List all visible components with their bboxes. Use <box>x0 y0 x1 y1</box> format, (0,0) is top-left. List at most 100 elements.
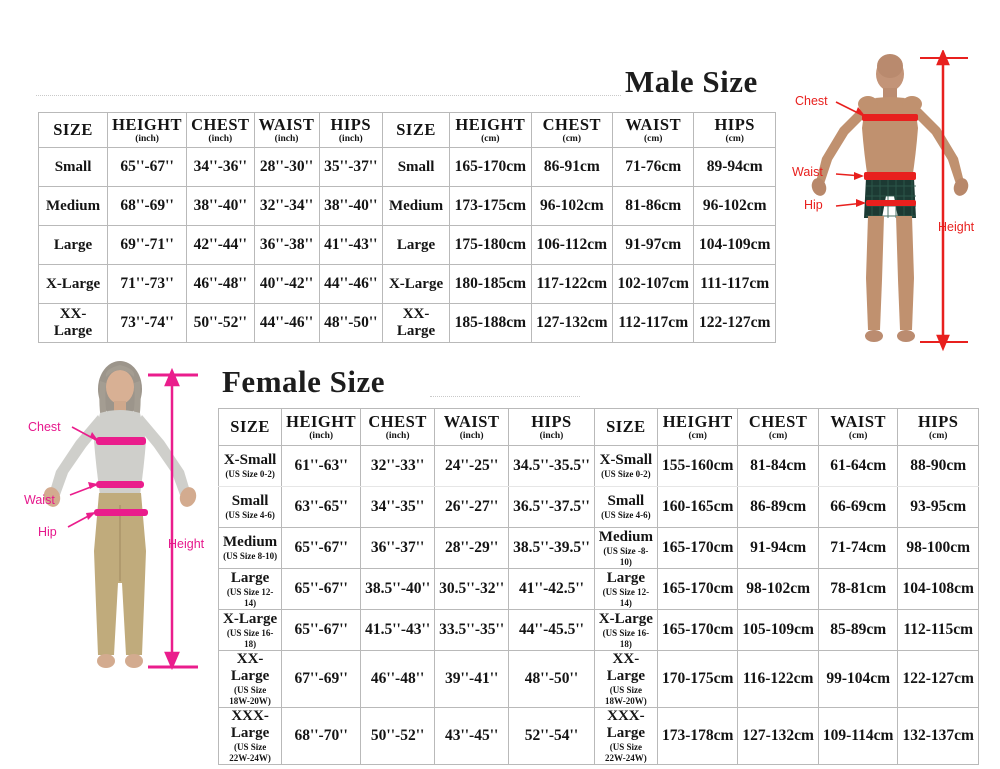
female-cell-height-inch: 63''-65'' <box>281 486 362 528</box>
male-cell-waist-cm: 102-107cm <box>612 264 695 304</box>
female-cell-hips-cm: 112-115cm <box>897 609 979 651</box>
female-cell-waist-cm: 61-64cm <box>817 445 899 487</box>
female-row-size-cm: X-Large (US Size 16-18) <box>593 609 658 651</box>
male-body-figure: Chest Waist Hip Height <box>792 48 1000 370</box>
female-cell-waist-inch: 39''-41'' <box>434 650 510 708</box>
male-cell-chest-inch: 34''-36'' <box>186 147 255 187</box>
female-cell-waist-inch: 28''-29'' <box>434 527 510 569</box>
male-row-size-cm: Small <box>381 147 451 187</box>
male-cell-hips-inch: 38''-40'' <box>318 186 383 226</box>
female-row-size: X-Small (US Size 0-2) <box>217 445 283 487</box>
female-cell-chest-inch: 34''-35'' <box>360 486 436 528</box>
female-cell-height-inch: 68''-70'' <box>281 707 362 765</box>
male-col-waist-cm: WAIST (cm) <box>612 112 695 148</box>
male-cell-waist-inch: 32''-34'' <box>253 186 320 226</box>
female-cell-hips-cm: 132-137cm <box>897 707 979 765</box>
male-cell-waist-inch: 40''-42'' <box>253 264 320 304</box>
male-table-header-row: SIZE HEIGHT (inch) CHEST (inch) WAIST (i… <box>37 112 776 148</box>
male-size-title: Male Size <box>625 64 758 99</box>
female-cell-height-cm: 170-175cm <box>656 650 739 708</box>
male-cell-waist-inch: 28''-30'' <box>253 147 320 187</box>
table-row: Large 69''-71'' 42''-44'' 36''-38'' 41''… <box>37 225 776 265</box>
female-cell-height-cm: 160-165cm <box>656 486 739 528</box>
male-cell-hips-inch: 41''-43'' <box>318 225 383 265</box>
female-body-figure: Chest Waist Hip Height <box>20 355 220 725</box>
male-height-arrow <box>920 48 968 352</box>
female-row-size-cm: Medium (US Size -8-10) <box>593 527 658 569</box>
male-col-hips-inch: HIPS (inch) <box>318 112 383 148</box>
male-cell-hips-cm: 122-127cm <box>693 303 776 343</box>
male-cell-waist-cm: 112-117cm <box>612 303 695 343</box>
female-row-size-cm: Large (US Size 12-14) <box>593 568 658 610</box>
male-cell-height-cm: 175-180cm <box>449 225 532 265</box>
female-col-chest-inch: CHEST (inch) <box>360 408 436 446</box>
male-body-illustration <box>811 48 969 352</box>
female-cell-waist-inch: 33.5''-35'' <box>434 609 510 651</box>
female-cell-waist-cm: 66-69cm <box>817 486 899 528</box>
table-row: XX-Large 73''-74'' 50''-52'' 44''-46'' 4… <box>37 303 776 343</box>
female-size-table: SIZE HEIGHT (inch) CHEST (inch) WAIST (i… <box>217 408 979 765</box>
male-col-size-inch: SIZE <box>37 112 109 148</box>
female-cell-hips-inch: 34.5''-35.5'' <box>508 445 595 487</box>
female-cell-waist-inch: 24''-25'' <box>434 445 510 487</box>
male-cell-height-inch: 73''-74'' <box>107 303 188 343</box>
female-chest-band <box>96 437 146 445</box>
female-cell-chest-inch: 50''-52'' <box>360 707 436 765</box>
male-cell-height-cm: 173-175cm <box>449 186 532 226</box>
male-cell-hips-cm: 96-102cm <box>693 186 776 226</box>
male-cell-chest-cm: 86-91cm <box>530 147 614 187</box>
female-cell-hips-inch: 52''-54'' <box>508 707 595 765</box>
male-cell-waist-cm: 91-97cm <box>612 225 695 265</box>
male-col-chest-inch: CHEST (inch) <box>186 112 255 148</box>
female-cell-hips-inch: 48''-50'' <box>508 650 595 708</box>
male-cell-chest-cm: 96-102cm <box>530 186 614 226</box>
female-cell-hips-inch: 41''-42.5'' <box>508 568 595 610</box>
female-cell-chest-inch: 38.5''-40'' <box>360 568 436 610</box>
male-body-shape <box>811 54 969 342</box>
male-size-table: SIZE HEIGHT (inch) CHEST (inch) WAIST (i… <box>37 112 776 343</box>
female-cell-chest-cm: 98-102cm <box>737 568 819 610</box>
female-cell-chest-cm: 81-84cm <box>737 445 819 487</box>
female-waist-label: Waist <box>24 493 55 507</box>
male-col-waist-inch: WAIST (inch) <box>253 112 320 148</box>
female-hip-label: Hip <box>38 525 57 539</box>
male-row-size: X-Large <box>37 264 109 304</box>
female-row-size-cm: XX-Large (US Size 18W-20W) <box>593 650 658 708</box>
female-cell-hips-inch: 38.5''-39.5'' <box>508 527 595 569</box>
female-row-size: XXX-Large (US Size 22W-24W) <box>217 707 283 765</box>
female-cell-chest-cm: 127-132cm <box>737 707 819 765</box>
male-cell-waist-cm: 71-76cm <box>612 147 695 187</box>
table-row: Medium 68''-69'' 38''-40'' 32''-34'' 38'… <box>37 186 776 226</box>
male-hip-label: Hip <box>804 198 823 212</box>
female-cell-waist-cm: 109-114cm <box>817 707 899 765</box>
table-row: X-Large (US Size 16-18) 65''-67'' 41.5''… <box>217 609 979 651</box>
female-col-size-cm: SIZE <box>593 408 658 446</box>
male-cell-waist-inch: 44''-46'' <box>253 303 320 343</box>
male-row-size: Large <box>37 225 109 265</box>
table-row: XXX-Large (US Size 22W-24W) 68''-70'' 50… <box>217 707 979 765</box>
male-col-size-cm: SIZE <box>381 112 451 148</box>
female-cell-waist-cm: 85-89cm <box>817 609 899 651</box>
table-row: X-Large 71''-73'' 46''-48'' 40''-42'' 44… <box>37 264 776 304</box>
female-cell-height-cm: 173-178cm <box>656 707 739 765</box>
female-waist-band <box>96 481 144 488</box>
female-table-header-row: SIZE HEIGHT (inch) CHEST (inch) WAIST (i… <box>217 408 979 446</box>
male-cell-waist-cm: 81-86cm <box>612 186 695 226</box>
female-cell-height-inch: 67''-69'' <box>281 650 362 708</box>
female-cell-chest-inch: 41.5''-43'' <box>360 609 436 651</box>
female-cell-chest-cm: 86-89cm <box>737 486 819 528</box>
female-height-arrow <box>148 367 198 671</box>
female-cell-chest-inch: 46''-48'' <box>360 650 436 708</box>
male-cell-chest-cm: 106-112cm <box>530 225 614 265</box>
table-row: Large (US Size 12-14) 65''-67'' 38.5''-4… <box>217 568 979 610</box>
female-col-size-inch: SIZE <box>217 408 283 446</box>
male-col-height-inch: HEIGHT (inch) <box>107 112 188 148</box>
female-size-title: Female Size <box>222 364 386 399</box>
female-cell-chest-inch: 32''-33'' <box>360 445 436 487</box>
female-cell-height-inch: 61''-63'' <box>281 445 362 487</box>
female-col-height-inch: HEIGHT (inch) <box>281 408 362 446</box>
male-row-size: Small <box>37 147 109 187</box>
male-cell-hips-inch: 48''-50'' <box>318 303 383 343</box>
female-cell-waist-cm: 99-104cm <box>817 650 899 708</box>
male-row-size: XX-Large <box>37 303 109 343</box>
